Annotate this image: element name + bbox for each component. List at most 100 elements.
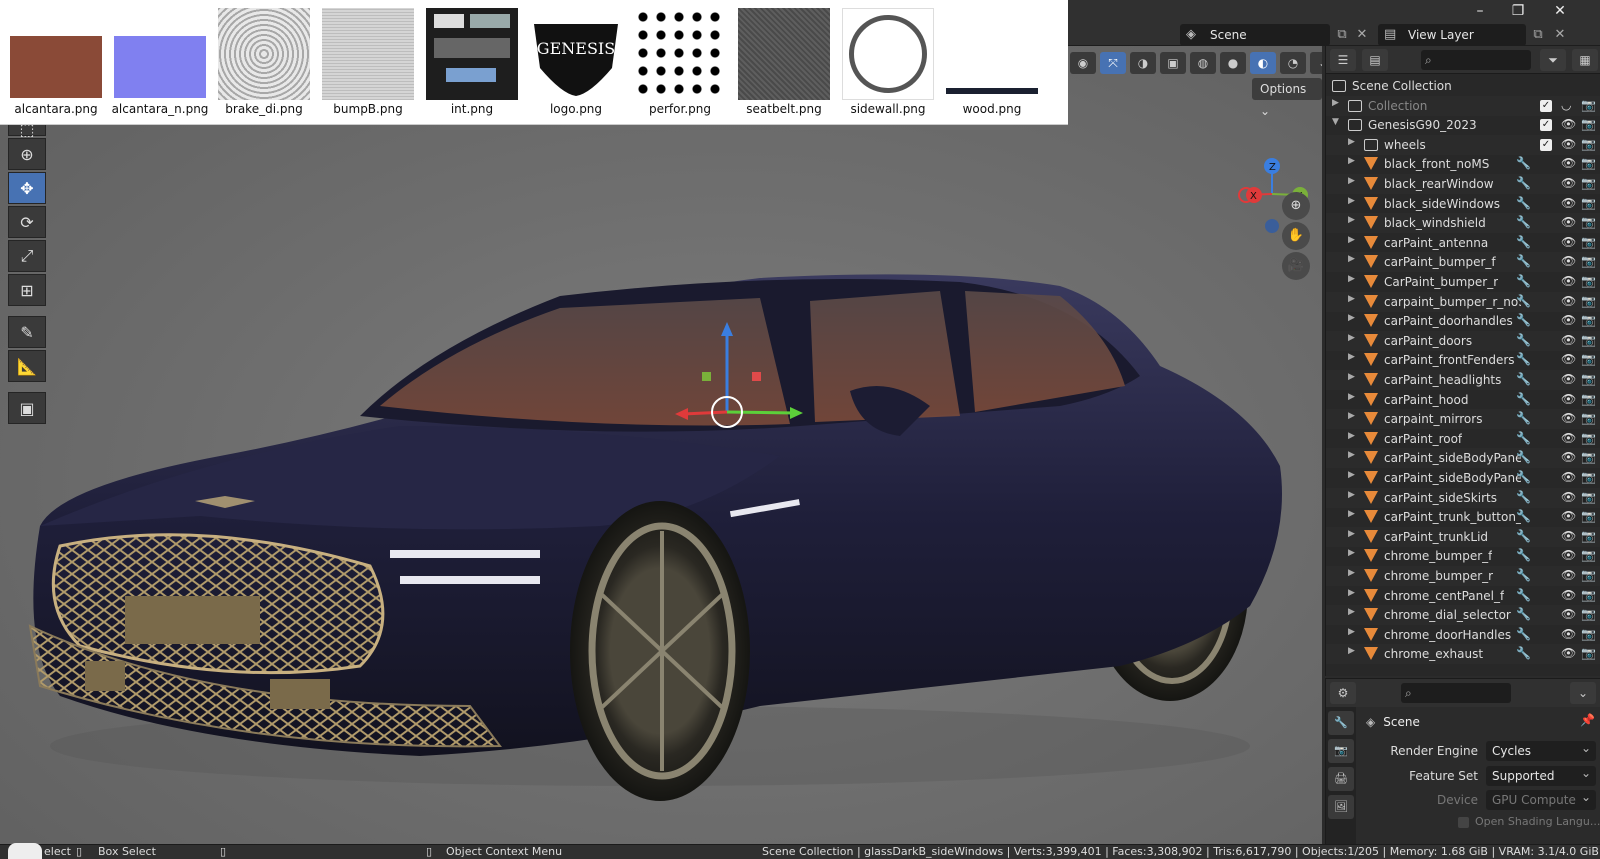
render-camera-icon[interactable]: 📷 [1581, 607, 1596, 621]
expand-arrow-icon[interactable]: ▶ [1348, 529, 1360, 539]
output-tab-icon[interactable]: 🖨 [1328, 767, 1354, 791]
expand-arrow-icon[interactable]: ▶ [1348, 372, 1360, 382]
display-mode-icon[interactable]: ▤ [1362, 49, 1388, 71]
visibility-eye-icon[interactable]: ◡ [1561, 98, 1571, 112]
visibility-eye-icon[interactable]: 👁 [1561, 509, 1576, 523]
modifier-icon[interactable]: 🔧 [1516, 254, 1531, 268]
render-camera-icon[interactable]: 📷 [1581, 568, 1596, 582]
visibility-eye-icon[interactable]: 👁 [1561, 215, 1576, 229]
visibility-eye-icon[interactable]: 👁 [1561, 588, 1576, 602]
expand-arrow-icon[interactable]: ▶ [1348, 411, 1360, 421]
modifier-icon[interactable]: 🔧 [1516, 392, 1531, 406]
render-camera-icon[interactable]: 📷 [1581, 313, 1596, 327]
render-camera-icon[interactable]: 📷 [1581, 156, 1596, 170]
camera-view-icon[interactable]: 🎥 [1282, 252, 1310, 280]
outliner-row[interactable]: ▶ carpaint_mirrors 🔧 👁 📷 [1326, 409, 1600, 430]
modifier-icon[interactable]: 🔧 [1516, 274, 1531, 288]
render-camera-icon[interactable]: 📷 [1581, 352, 1596, 366]
expand-arrow-icon[interactable]: ▶ [1348, 509, 1360, 519]
outliner-row[interactable]: ▶ carPaint_bumper_f 🔧 👁 📷 [1326, 252, 1600, 273]
thumb-seatbelt[interactable]: seatbelt.png [738, 8, 830, 118]
visibility-eye-icon[interactable]: 👁 [1561, 411, 1576, 425]
measure-tool-icon[interactable]: 📐 [8, 350, 46, 382]
view-layer-selector[interactable]: ▤ View Layer [1378, 24, 1526, 46]
outliner-row[interactable]: ▶ wheels ✓ 👁 📷 [1326, 134, 1600, 155]
render-camera-icon[interactable]: 📷 [1581, 548, 1596, 562]
tool-tab-icon[interactable]: 🔧 [1328, 711, 1354, 735]
modifier-icon[interactable]: 🔧 [1516, 411, 1531, 425]
expand-arrow-icon[interactable]: ▶ [1332, 98, 1344, 108]
outliner-row[interactable]: ▶ chrome_dial_selector 🔧 👁 📷 [1326, 605, 1600, 626]
visibility-eye-icon[interactable]: 👁 [1561, 490, 1576, 504]
render-camera-icon[interactable]: 📷 [1581, 137, 1596, 151]
expand-arrow-icon[interactable]: ▶ [1348, 333, 1360, 343]
modifier-icon[interactable]: 🔧 [1516, 372, 1531, 386]
annotate-tool-icon[interactable]: ✎ [8, 316, 46, 348]
render-camera-icon[interactable]: 📷 [1581, 274, 1596, 288]
properties-search-input[interactable]: ⌕ [1401, 683, 1511, 703]
outliner-row[interactable]: ▶ black_sideWindows 🔧 👁 📷 [1326, 194, 1600, 214]
expand-arrow-icon[interactable]: ▶ [1348, 470, 1360, 480]
expand-arrow-icon[interactable]: ▶ [1348, 196, 1360, 206]
view-layer-tab-icon[interactable]: 🖼 [1328, 795, 1354, 819]
modifier-icon[interactable]: 🔧 [1516, 431, 1531, 445]
properties-options-icon[interactable]: ⌄ [1570, 682, 1596, 704]
device-dropdown[interactable]: GPU Compute [1486, 787, 1596, 810]
expand-arrow-icon[interactable]: ▶ [1348, 548, 1360, 558]
render-camera-icon[interactable]: 📷 [1581, 98, 1596, 112]
outliner-row[interactable]: ▶ black_rearWindow 🔧 👁 📷 [1326, 174, 1600, 194]
modifier-icon[interactable]: 🔧 [1516, 450, 1531, 464]
modifier-icon[interactable]: 🔧 [1516, 313, 1531, 327]
outliner-row[interactable]: ▶ carPaint_sideSkirts 🔧 👁 📷 [1326, 487, 1600, 508]
render-camera-icon[interactable]: 📷 [1581, 294, 1596, 308]
editor-type-icon[interactable]: ☰ [1330, 49, 1356, 71]
render-camera-icon[interactable]: 📷 [1581, 588, 1596, 602]
outliner-row[interactable]: ▶ chrome_bumper_f 🔧 👁 📷 [1326, 546, 1600, 566]
thumb-logo[interactable]: GENESIS logo.png [530, 8, 622, 118]
visibility-eye-icon[interactable]: 👁 [1561, 176, 1576, 190]
filter-icon[interactable]: ⏷ [1540, 49, 1566, 71]
render-tab-icon[interactable]: 📷 [1328, 739, 1354, 763]
thumb-alcantara-normal[interactable]: alcantara_n.png [112, 8, 208, 118]
3d-viewport[interactable]: ◉ ⤧ ◑ ▣ ◍ ● ◐ ◔ ⌄ Options ⌄ [0, 46, 1322, 844]
new-collection-icon[interactable]: ▦ [1572, 49, 1598, 71]
modifier-icon[interactable]: 🔧 [1516, 490, 1531, 504]
render-camera-icon[interactable]: 📷 [1581, 450, 1596, 464]
minimize-icon[interactable]: – [1466, 2, 1494, 20]
expand-arrow-icon[interactable]: ▶ [1348, 254, 1360, 264]
outliner-row[interactable]: Scene Collection [1326, 76, 1600, 96]
thumb-alcantara[interactable]: alcantara.png [10, 8, 102, 118]
modifier-icon[interactable]: 🔧 [1516, 529, 1531, 543]
outliner-row[interactable]: ▶ carPaint_antenna 🔧 👁 📷 [1326, 233, 1600, 253]
window-close-icon[interactable]: ✕ [1546, 2, 1574, 20]
modifier-icon[interactable]: 🔧 [1516, 548, 1531, 562]
copy-scene-icon[interactable]: ⧉ [1332, 24, 1352, 46]
thumb-brake-disc[interactable]: brake_di.png [218, 8, 310, 118]
visibility-eye-icon[interactable]: 👁 [1561, 627, 1576, 641]
outliner-row[interactable]: ▶ chrome_exhaust 🔧 👁 📷 [1326, 644, 1600, 665]
expand-arrow-icon[interactable]: ▶ [1348, 588, 1360, 598]
render-camera-icon[interactable]: 📷 [1581, 529, 1596, 543]
visibility-eye-icon[interactable]: 👁 [1561, 235, 1576, 249]
collapse-arrow-icon[interactable]: ▼ [1332, 117, 1344, 127]
visibility-eye-icon[interactable]: 👁 [1561, 156, 1576, 170]
outliner-row[interactable]: ▶ Collection ✓ ◡ 📷 [1326, 95, 1600, 116]
expand-arrow-icon[interactable]: ▶ [1348, 137, 1360, 147]
render-camera-icon[interactable]: 📷 [1581, 235, 1596, 249]
move-tool-icon[interactable]: ✥ [8, 172, 46, 204]
expand-arrow-icon[interactable]: ▶ [1348, 392, 1360, 402]
thumb-interior[interactable]: int.png [426, 8, 518, 118]
expand-arrow-icon[interactable]: ▶ [1348, 313, 1360, 323]
expand-arrow-icon[interactable]: ▶ [1348, 352, 1360, 362]
modifier-icon[interactable]: 🔧 [1516, 294, 1531, 308]
visibility-eye-icon[interactable]: 👁 [1561, 392, 1576, 406]
close-scene-icon[interactable]: ✕ [1352, 24, 1372, 46]
visibility-eye-icon[interactable]: 👁 [1561, 352, 1576, 366]
cursor-tool-icon[interactable]: ⊕ [8, 138, 46, 170]
render-camera-icon[interactable]: 📷 [1581, 117, 1596, 131]
close-view-layer-icon[interactable]: ✕ [1550, 24, 1570, 46]
outliner-row[interactable]: ▶ carPaint_trunk_button_n 🔧 👁 📷 [1326, 507, 1600, 527]
exclude-checkbox[interactable]: ✓ [1540, 99, 1552, 112]
visibility-eye-icon[interactable]: 👁 [1561, 274, 1576, 288]
properties-editor-type-icon[interactable]: ⚙ [1330, 682, 1356, 704]
